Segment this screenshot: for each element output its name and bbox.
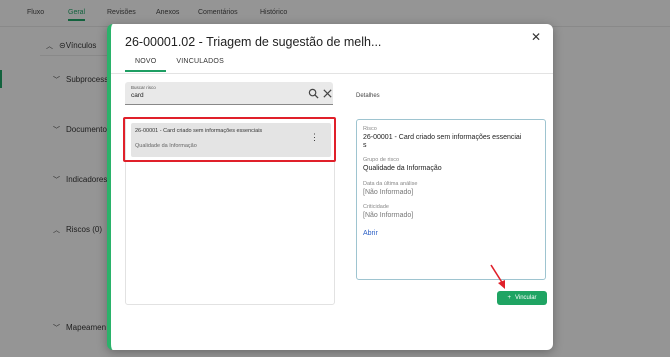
criticidade-label: Criticidade (363, 204, 389, 210)
risco-value-wrap: s (363, 142, 367, 149)
vincular-button[interactable]: + Vincular (497, 291, 547, 305)
tab-novo[interactable]: NOVO (125, 58, 167, 72)
close-icon: ✕ (530, 30, 541, 44)
risco-value: 26-00001 - Card criado sem informações e… (363, 134, 522, 141)
close-button[interactable]: ✕ (531, 30, 541, 44)
plus-icon: + (507, 295, 511, 301)
tab-vinculados[interactable]: VINCULADOS (166, 58, 234, 72)
tabs-underline (111, 73, 553, 74)
grupo-label: Grupo de risco (363, 157, 400, 163)
search-label: Buscar risco (131, 85, 156, 90)
grupo-value: Qualidade da Informação (363, 165, 442, 172)
clear-icon[interactable] (322, 88, 333, 99)
criticidade-value: [Não Informado] (363, 212, 414, 219)
results-list: 26-00001 - Card criado sem informações e… (125, 117, 335, 305)
data-value: [Não Informado] (363, 189, 414, 196)
details-heading: Detalhes (356, 93, 380, 99)
vincular-label: Vincular (514, 295, 537, 301)
risco-label: Risco (363, 126, 377, 132)
link-risk-modal: 26-00001.02 - Triagem de sugestão de mel… (107, 24, 553, 350)
result-subtitle: Qualidade da Informação (135, 143, 197, 149)
search-field[interactable]: Buscar risco (125, 82, 333, 105)
result-title: 26-00001 - Card criado sem informações e… (135, 128, 263, 134)
annotation-arrow-icon (490, 264, 505, 289)
modal-tabs: NOVO VINCULADOS (125, 58, 234, 72)
details-panel: Risco 26-00001 - Card criado sem informa… (356, 119, 546, 280)
modal-title: 26-00001.02 - Triagem de sugestão de mel… (125, 35, 382, 49)
more-options-icon[interactable]: ⋮ (310, 133, 319, 142)
result-item[interactable]: 26-00001 - Card criado sem informações e… (131, 123, 331, 157)
data-label: Data da última análise (363, 181, 418, 187)
search-icon[interactable] (308, 88, 319, 99)
abrir-link[interactable]: Abrir (363, 230, 378, 237)
search-input[interactable] (131, 92, 281, 99)
